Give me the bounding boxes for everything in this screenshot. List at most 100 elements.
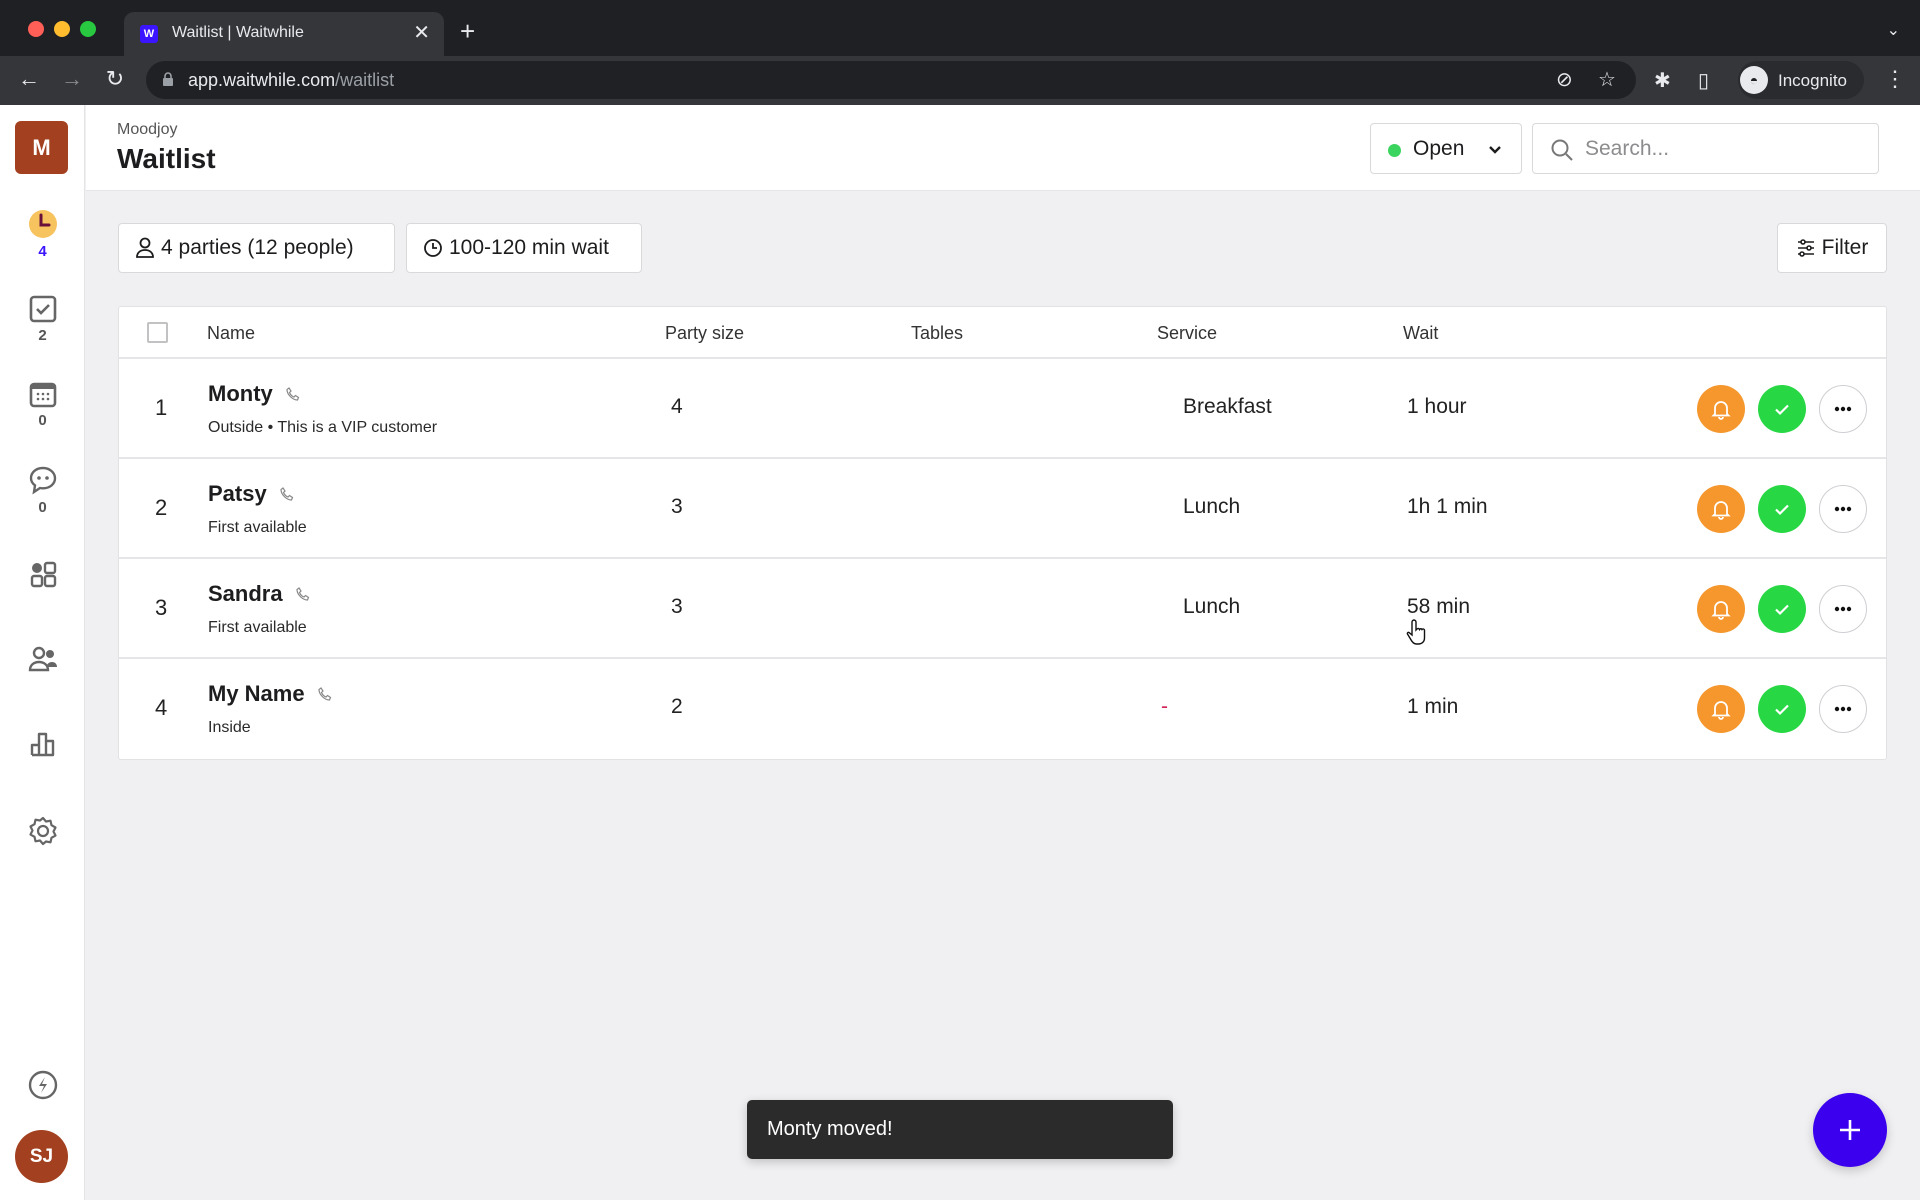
sliders-icon bbox=[1797, 239, 1814, 257]
sidebar-item-served[interactable]: 2 bbox=[0, 295, 85, 344]
sidebar-item-settings[interactable] bbox=[0, 815, 85, 847]
notify-button[interactable] bbox=[1697, 385, 1745, 433]
select-all-checkbox[interactable] bbox=[147, 322, 168, 343]
notify-button[interactable] bbox=[1697, 685, 1745, 733]
waitwhile-app: M 4 2 0 0 SJ Moodjoy Waitlist Open Searc… bbox=[0, 105, 1920, 1200]
search-input[interactable] bbox=[1585, 134, 1865, 164]
serve-button[interactable] bbox=[1758, 685, 1806, 733]
user-avatar[interactable]: SJ bbox=[15, 1130, 68, 1183]
messages-count: 0 bbox=[38, 499, 47, 516]
serve-button[interactable] bbox=[1758, 585, 1806, 633]
table-header: Name Party size Tables Service Wait bbox=[119, 307, 1886, 359]
sidebar: M 4 2 0 0 SJ bbox=[0, 105, 85, 1200]
guest-name-cell[interactable]: Patsy bbox=[208, 481, 295, 507]
more-options-button[interactable] bbox=[1819, 485, 1867, 533]
more-options-button[interactable] bbox=[1819, 585, 1867, 633]
sidebar-item-waitlist[interactable]: 4 bbox=[0, 209, 85, 260]
service: - bbox=[1161, 695, 1168, 718]
close-window-button[interactable] bbox=[28, 21, 44, 37]
star-icon[interactable]: ☆ bbox=[1598, 67, 1616, 93]
tab-title: Waitlist | Waitwhile bbox=[172, 24, 304, 41]
guest-name-cell[interactable]: Monty bbox=[208, 381, 301, 407]
plus-icon bbox=[1840, 1120, 1860, 1140]
parties-summary-text: 4 parties (12 people) bbox=[161, 236, 354, 259]
check-icon bbox=[1775, 604, 1789, 616]
column-header-name[interactable]: Name bbox=[207, 323, 255, 344]
table-row[interactable]: 3 Sandra First available 3 Lunch 58 min bbox=[119, 559, 1886, 659]
bell-icon bbox=[1711, 701, 1731, 720]
browser-tab[interactable]: W Waitlist | Waitwhile ✕ bbox=[124, 12, 444, 56]
party-size: 4 bbox=[671, 395, 683, 418]
sidebar-item-apps[interactable] bbox=[0, 560, 85, 588]
guest-notes: First available bbox=[208, 619, 307, 636]
search-icon bbox=[1551, 139, 1573, 161]
wait-time: 58 min bbox=[1407, 595, 1471, 618]
incognito-profile-button[interactable]: ◓ Incognito bbox=[1738, 61, 1864, 99]
url-host: app.waitwhile.com bbox=[188, 70, 336, 90]
side-panel-icon[interactable]: ▯ bbox=[1698, 69, 1709, 93]
guest-name-cell[interactable]: My Name bbox=[208, 681, 333, 707]
table-row[interactable]: 1 Monty Outside • This is a VIP customer… bbox=[119, 359, 1886, 459]
new-tab-button[interactable]: + bbox=[460, 18, 475, 44]
lightning-icon bbox=[28, 1070, 57, 1100]
sidebar-item-whats-new[interactable] bbox=[0, 1070, 85, 1100]
service: Lunch bbox=[1183, 595, 1241, 618]
person-icon bbox=[136, 237, 154, 258]
column-header-party-size[interactable]: Party size bbox=[665, 323, 744, 344]
browser-menu-icon[interactable]: ⋮ bbox=[1884, 66, 1906, 92]
notify-button[interactable] bbox=[1697, 485, 1745, 533]
parties-summary-chip[interactable]: 4 parties (12 people) bbox=[118, 223, 395, 273]
table-row[interactable]: 2 Patsy First available 3 Lunch 1h 1 min bbox=[119, 459, 1886, 559]
status-dot-icon bbox=[1388, 144, 1401, 157]
service: Breakfast bbox=[1183, 395, 1272, 418]
forward-arrow-icon[interactable]: → bbox=[57, 64, 87, 94]
sidebar-item-bookings[interactable]: 0 bbox=[0, 380, 85, 429]
notify-button[interactable] bbox=[1697, 585, 1745, 633]
serve-button[interactable] bbox=[1758, 485, 1806, 533]
waitlist-table: Name Party size Tables Service Wait 1 Mo… bbox=[118, 306, 1887, 760]
column-header-service[interactable]: Service bbox=[1157, 323, 1217, 344]
phone-icon bbox=[286, 387, 300, 401]
party-size: 2 bbox=[671, 695, 683, 718]
serve-button[interactable] bbox=[1758, 385, 1806, 433]
tab-close-icon[interactable]: ✕ bbox=[413, 21, 430, 45]
status-dropdown[interactable]: Open bbox=[1370, 123, 1522, 174]
sidebar-item-messages[interactable]: 0 bbox=[0, 465, 85, 516]
address-bar[interactable]: app.waitwhile.com/waitlist ⊘ ☆ bbox=[146, 61, 1636, 99]
more-horizontal-icon bbox=[1834, 406, 1852, 412]
sidebar-item-analytics[interactable] bbox=[0, 730, 85, 758]
wait-time: 1 hour bbox=[1407, 395, 1467, 418]
extensions-puzzle-icon[interactable]: ✱ bbox=[1654, 69, 1671, 93]
column-header-wait[interactable]: Wait bbox=[1403, 323, 1438, 344]
lock-icon bbox=[163, 72, 173, 86]
guest-name: Monty bbox=[208, 381, 273, 406]
add-guest-button[interactable] bbox=[1813, 1093, 1887, 1167]
more-options-button[interactable] bbox=[1819, 685, 1867, 733]
checkbox-icon bbox=[29, 295, 56, 323]
back-arrow-icon[interactable]: ← bbox=[14, 64, 44, 94]
org-name: Moodjoy bbox=[117, 121, 178, 138]
party-size: 3 bbox=[671, 595, 683, 618]
queue-position: 4 bbox=[155, 695, 168, 720]
filter-button[interactable]: Filter bbox=[1777, 223, 1887, 273]
maximize-window-button[interactable] bbox=[80, 21, 96, 37]
reload-icon[interactable]: ↻ bbox=[100, 64, 130, 94]
guest-name-cell[interactable]: Sandra bbox=[208, 581, 311, 607]
queue-position: 2 bbox=[155, 495, 168, 520]
tab-search-chevron-icon[interactable]: ⌄ bbox=[1887, 20, 1900, 40]
org-badge[interactable]: M bbox=[15, 121, 68, 174]
eye-off-icon[interactable]: ⊘ bbox=[1556, 67, 1573, 93]
wait-summary-chip[interactable]: 100-120 min wait bbox=[406, 223, 642, 273]
search-box[interactable] bbox=[1532, 123, 1879, 174]
guest-notes: First available bbox=[208, 519, 307, 536]
column-header-tables[interactable]: Tables bbox=[911, 323, 963, 344]
sidebar-item-customers[interactable] bbox=[0, 645, 85, 673]
table-row[interactable]: 4 My Name Inside 2 - 1 min bbox=[119, 659, 1886, 759]
browser-chrome: W Waitlist | Waitwhile ✕ + ⌄ ← → ↻ app.w… bbox=[0, 0, 1920, 105]
more-options-button[interactable] bbox=[1819, 385, 1867, 433]
minimize-window-button[interactable] bbox=[54, 21, 70, 37]
bell-icon bbox=[1711, 401, 1731, 420]
wait-time: 1h 1 min bbox=[1407, 495, 1488, 518]
service: Lunch bbox=[1183, 495, 1241, 518]
clock-outline-icon bbox=[424, 239, 442, 257]
